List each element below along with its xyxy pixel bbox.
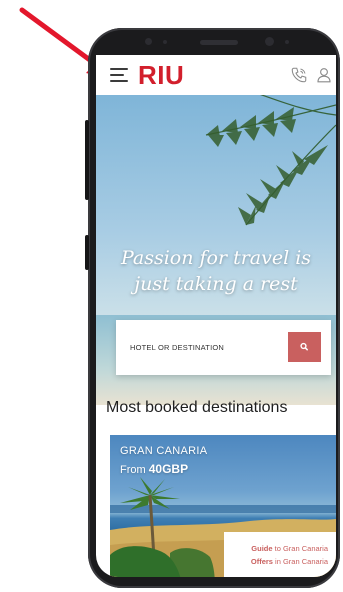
section-title: Most booked destinations: [106, 399, 288, 416]
phone-speaker: [200, 40, 238, 45]
guide-link-rest: to Gran Canaria: [272, 544, 328, 553]
hero-tagline: Passion for travel is just taking a rest: [96, 245, 336, 297]
app-screen: RIU Passion for travel is just taking a …: [96, 55, 336, 577]
guide-link-lead: Guide: [251, 544, 273, 553]
search-button[interactable]: [288, 332, 321, 362]
destination-name: GRAN CANARIA: [120, 445, 208, 457]
search-box: [116, 320, 331, 375]
price-value: 40GBP: [148, 462, 189, 476]
phone-side-button: [85, 235, 89, 270]
app-header: RIU: [96, 55, 336, 95]
riu-logo[interactable]: RIU: [138, 60, 184, 90]
destination-price: From 40GBP: [120, 462, 188, 476]
phone-sensor: [285, 40, 289, 44]
tagline-line-1: Passion for travel is: [120, 247, 312, 269]
search-input[interactable]: [130, 338, 270, 356]
destination-card[interactable]: GRAN CANARIA From 40GBP Guide to Gran Ca…: [110, 435, 336, 577]
guide-link[interactable]: Guide to Gran Canaria: [224, 544, 336, 553]
phone-icon[interactable]: [290, 66, 308, 84]
phone-side-button: [85, 120, 89, 200]
hamburger-menu-icon[interactable]: [110, 68, 128, 82]
offers-link-rest: in Gran Canaria: [272, 557, 328, 566]
phone-camera: [265, 37, 274, 46]
destination-links: Guide to Gran Canaria Offers in Gran Can…: [224, 532, 336, 577]
offers-link-lead: Offers: [250, 557, 273, 566]
offers-link[interactable]: Offers in Gran Canaria: [224, 557, 336, 566]
search-icon: [300, 342, 308, 351]
user-icon[interactable]: [315, 66, 333, 84]
phone-sensor: [163, 40, 167, 44]
price-prefix: From: [120, 464, 146, 476]
phone-sensor: [145, 38, 152, 45]
tagline-line-2: just taking a rest: [134, 273, 298, 295]
